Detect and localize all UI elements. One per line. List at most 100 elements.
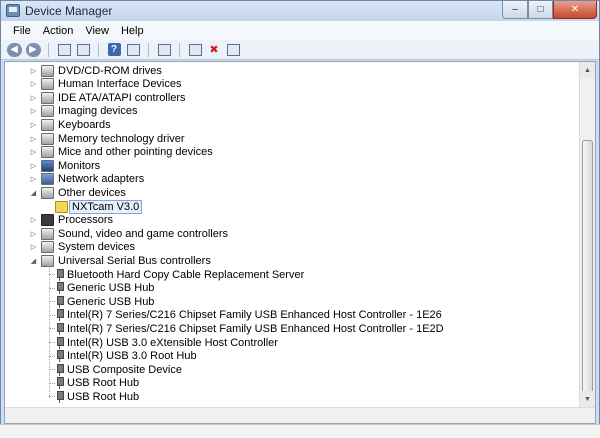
toolbar: ◀ ▶ ? ✖ [1, 40, 599, 60]
keyboard-icon [41, 118, 54, 131]
maximize-button[interactable]: □ [528, 1, 553, 19]
vertical-scrollbar[interactable]: ▲ ▼ [579, 62, 595, 407]
close-button[interactable]: ✕ [553, 1, 597, 19]
tree-category-item[interactable]: ▷ Network adapters [29, 173, 144, 186]
expand-arrow-icon[interactable]: ▷ [29, 243, 38, 252]
usb-device-item[interactable]: Intel(R) 7 Series/C216 Chipset Family US… [55, 309, 442, 322]
expand-arrow-icon[interactable]: ▷ [29, 175, 38, 184]
tree-item-label: Memory technology driver [58, 132, 185, 145]
disable-device-button[interactable] [225, 43, 241, 57]
tree-item-label: Mice and other pointing devices [58, 146, 213, 159]
usb-plug-icon [55, 295, 64, 308]
tree-item-label: NXTcam V3.0 [69, 199, 143, 214]
horizontal-scroll-area [5, 407, 595, 423]
usb-plug-icon [55, 282, 64, 295]
usb-device-item[interactable]: Generic USB Hub [55, 282, 154, 295]
tree-category-item[interactable]: ▷ Monitors [29, 159, 100, 172]
show-hide-console-tree-icon [57, 43, 71, 56]
update-driver-button[interactable] [125, 43, 141, 57]
tree-item-label: Generic USB Hub [67, 282, 155, 295]
tree-item-label: Sound, video and game controllers [58, 227, 228, 240]
help-button[interactable]: ? [106, 43, 122, 57]
expand-arrow-icon[interactable]: ▷ [29, 93, 38, 102]
tree-item-label: Human Interface Devices [58, 78, 182, 91]
menu-action[interactable]: Action [37, 25, 80, 37]
tree-item-label: Processors [58, 214, 114, 227]
usb-plug-icon [55, 322, 64, 335]
scroll-down-button[interactable]: ▼ [580, 391, 595, 407]
back-icon: ◀ [6, 42, 22, 57]
expand-arrow-icon[interactable]: ▷ [29, 120, 38, 129]
tree-category-item[interactable]: ▷ Sound, video and game controllers [29, 227, 228, 240]
expand-arrow-icon[interactable]: ▷ [29, 161, 38, 170]
toolbar-separator [98, 42, 99, 57]
minimize-button[interactable]: – [502, 1, 528, 19]
menu-help[interactable]: Help [115, 25, 150, 37]
menu-file[interactable]: File [7, 25, 37, 37]
scroll-up-button[interactable]: ▲ [580, 62, 595, 78]
update-driver-software-icon [188, 43, 202, 56]
device-manager-window: Device Manager – □ ✕ File Action View He… [0, 0, 600, 425]
usb-plug-icon [55, 336, 64, 349]
tree-connector-line [49, 301, 55, 303]
tree-connector-line [49, 382, 55, 384]
usb-device-item[interactable]: Bluetooth Hard Copy Cable Replacement Se… [55, 268, 304, 281]
expand-arrow-icon[interactable]: ▷ [29, 216, 38, 225]
usb-device-item[interactable]: Generic USB Hub [55, 295, 154, 308]
tree-child-item[interactable]: NXTcam V3.0 [55, 199, 143, 214]
title-bar[interactable]: Device Manager – □ ✕ [1, 1, 599, 21]
tree-category-item[interactable]: ▷ Processors [29, 214, 113, 227]
camera-icon [41, 105, 54, 118]
show-hide-console-tree-button[interactable] [56, 43, 72, 57]
tree-category-item[interactable]: ▷ IDE ATA/ATAPI controllers [29, 91, 186, 104]
tree-item-label: Intel(R) 7 Series/C216 Chipset Family US… [67, 309, 442, 322]
tree-item-label: Monitors [58, 159, 101, 172]
expand-arrow-icon[interactable]: ▷ [29, 66, 38, 75]
expand-arrow-icon[interactable]: ▷ [29, 229, 38, 238]
device-tree[interactable]: ▷ DVD/CD-ROM drives ▷ Human Interface Devic… [5, 62, 580, 407]
unknown-device-icon [41, 186, 54, 199]
scan-hardware-button[interactable] [156, 43, 172, 57]
tree-item-label: USB Root Hub [67, 377, 140, 390]
usb-device-item[interactable]: USB Root Hub [55, 377, 139, 390]
tree-connector-line [49, 287, 55, 289]
usb-plug-icon [55, 363, 64, 376]
scroll-thumb[interactable] [582, 140, 593, 402]
mouse-icon [41, 146, 54, 159]
tree-item-label: Bluetooth Hard Copy Cable Replacement Se… [67, 268, 305, 281]
tree-category-item[interactable]: ▷ DVD/CD-ROM drives [29, 64, 162, 77]
tree-item-label: Intel(R) USB 3.0 eXtensible Host Control… [67, 336, 278, 349]
warning-device-icon [55, 200, 68, 213]
usb-device-item[interactable]: Intel(R) USB 3.0 eXtensible Host Control… [55, 336, 278, 349]
status-bar [0, 424, 600, 438]
menu-bar: File Action View Help [1, 21, 599, 40]
expand-arrow-icon[interactable]: ▷ [29, 80, 38, 89]
usb-device-item[interactable]: USB Composite Device [55, 363, 182, 376]
tree-category-item[interactable]: ▷ Mice and other pointing devices [29, 146, 213, 159]
update-driver-software-button[interactable] [187, 43, 203, 57]
uninstall-device-button[interactable]: ✖ [206, 43, 222, 57]
tree-category-item[interactable]: ▷ Human Interface Devices [29, 78, 182, 91]
expand-arrow-icon[interactable]: ▷ [29, 148, 38, 157]
device-tree-panel: ▷ DVD/CD-ROM drives ▷ Human Interface Devic… [4, 61, 596, 424]
back-button[interactable]: ◀ [6, 42, 22, 57]
expand-arrow-icon[interactable]: ▷ [29, 107, 38, 116]
menu-view[interactable]: View [79, 25, 115, 37]
tree-category-item[interactable]: ▷ Imaging devices [29, 105, 138, 118]
usb-device-item[interactable]: Intel(R) 7 Series/C216 Chipset Family US… [55, 322, 444, 335]
properties-button[interactable] [75, 43, 91, 57]
collapse-arrow-icon[interactable]: ◢ [29, 188, 38, 197]
tree-category-item[interactable]: ◢ Other devices [29, 186, 126, 199]
uninstall-device-icon: ✖ [209, 44, 219, 56]
usb-device-item[interactable]: Intel(R) USB 3.0 Root Hub [55, 350, 197, 363]
tree-category-item[interactable]: ▷ Keyboards [29, 118, 111, 131]
tree-category-item[interactable]: ◢ Universal Serial Bus controllers [29, 254, 211, 267]
expand-arrow-icon[interactable]: ▷ [29, 134, 38, 143]
usb-device-item[interactable]: USB Root Hub [55, 390, 139, 403]
collapse-arrow-icon[interactable]: ◢ [29, 256, 38, 265]
device-manager-app-icon[interactable] [6, 4, 20, 17]
forward-button[interactable]: ▶ [25, 42, 41, 57]
tree-category-item[interactable]: ▷ System devices [29, 241, 135, 254]
tree-category-item[interactable]: ▷ Memory technology driver [29, 132, 185, 145]
toolbar-separator [148, 42, 149, 57]
